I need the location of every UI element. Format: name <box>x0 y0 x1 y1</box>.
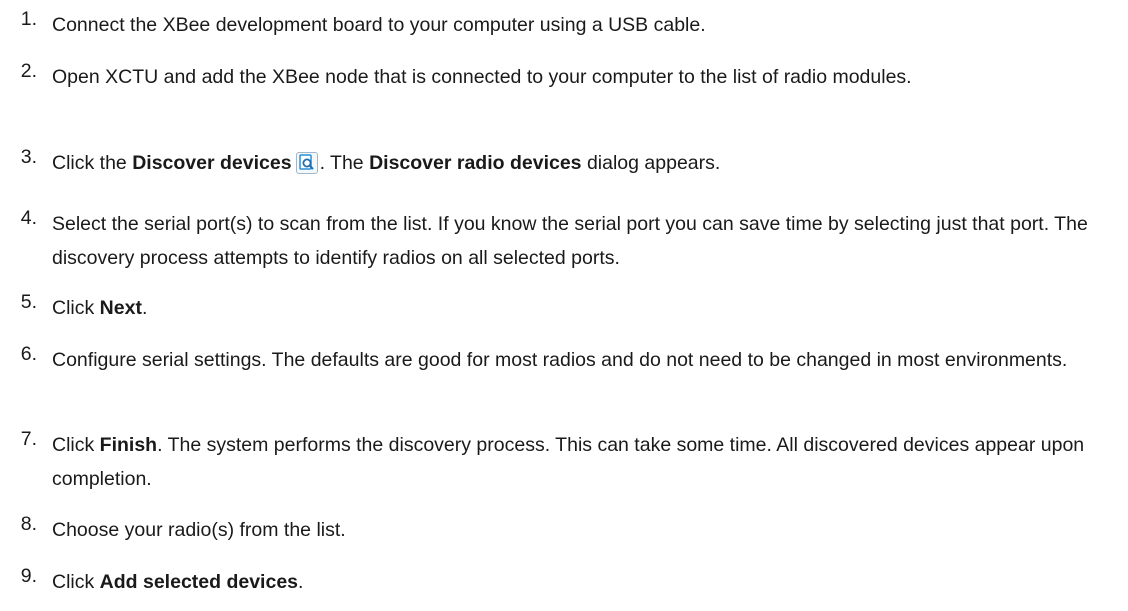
discover-radio-devices-label: Discover radio devices <box>369 152 582 174</box>
step-text: Click Finish. The system performs the di… <box>52 428 1122 496</box>
step-text-part: . <box>298 571 304 593</box>
step-text-part: . The system performs the discovery proc… <box>52 434 1085 490</box>
step-text-part: Configure serial settings. The defaults … <box>52 349 1068 371</box>
step-number: 3 <box>13 146 37 169</box>
instruction-list: 1 Connect the XBee development board to … <box>0 0 1128 611</box>
step-text: Click Next. <box>52 291 1122 325</box>
step-text: Open XCTU and add the XBee node that is … <box>52 60 1122 94</box>
step-number: 6 <box>13 343 37 366</box>
step-number: 7 <box>13 428 37 451</box>
step-text: Select the serial port(s) to scan from t… <box>52 207 1122 275</box>
step-text-part: dialog appears. <box>581 152 721 174</box>
step-text-part: Click <box>52 434 100 456</box>
step-text-part: Connect the XBee development board to yo… <box>52 14 706 36</box>
step-text-part: Choose your radio(s) from the list. <box>52 519 346 541</box>
step-text: Configure serial settings. The defaults … <box>52 343 1122 377</box>
step-text: Click the Discover devices . The Discover… <box>52 146 1122 180</box>
discover-devices-label: Discover devices <box>132 152 292 174</box>
discover-devices-icon <box>295 152 318 174</box>
step-number: 5 <box>13 291 37 314</box>
step-text-part: Click <box>52 297 100 319</box>
step-text-part: . <box>141 297 148 319</box>
step-number: 8 <box>13 513 37 536</box>
step-text-part: Select the serial port(s) to scan from t… <box>52 213 1088 269</box>
step-text-part: Click the <box>52 152 133 174</box>
step-text: Click Add selected devices. <box>52 565 1122 599</box>
step-text-part: Click <box>52 571 100 593</box>
step-text-part: . The <box>319 152 370 174</box>
finish-label: Finish <box>99 434 158 456</box>
step-number: 1 <box>13 8 37 31</box>
step-number: 2 <box>13 60 37 83</box>
step-text-part: Open XCTU and add the XBee node that is … <box>52 66 912 88</box>
next-label: Next <box>99 297 142 319</box>
add-selected-devices-label: Add selected devices <box>99 571 299 593</box>
step-text: Connect the XBee development board to yo… <box>52 8 1122 42</box>
step-text: Choose your radio(s) from the list. <box>52 513 1122 547</box>
step-number: 9 <box>13 565 37 588</box>
step-number: 4 <box>13 207 37 230</box>
